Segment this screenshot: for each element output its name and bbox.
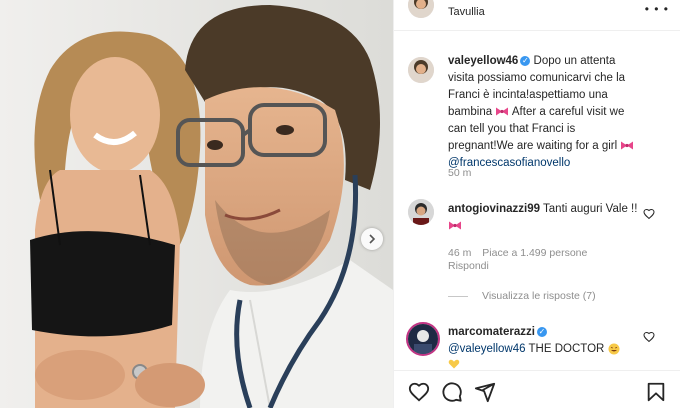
comment-meta: 46 m Piace a 1.499 persone <box>448 247 587 259</box>
comment-like-heart-icon[interactable] <box>643 208 655 220</box>
comment-like-heart-icon[interactable] <box>643 331 655 343</box>
view-replies-link[interactable]: Visualizza le risposte (7) <box>448 290 596 302</box>
comment-text: Tanti auguri Vale !! <box>543 203 638 215</box>
caption-username[interactable]: valeyellow46 <box>448 55 518 67</box>
chevron-right-icon <box>369 234 376 244</box>
caption-timestamp: 50 m <box>448 167 472 179</box>
yellow-heart-emoji <box>448 359 460 369</box>
comment-avatar[interactable] <box>406 322 440 356</box>
post-image <box>0 0 393 408</box>
post-action-bar <box>394 370 680 408</box>
comment-item: marcomaterazzi ✓ @valeyellow46 THE DOCTOR <box>448 324 644 375</box>
verified-badge-icon: ✓ <box>520 55 531 66</box>
pink-ribbon-emoji <box>621 141 634 150</box>
comment-username[interactable]: marcomaterazzi <box>448 326 535 338</box>
verified-badge-icon: ✓ <box>536 326 547 337</box>
avatar-image <box>408 57 434 83</box>
comment-timestamp: 46 m <box>448 247 472 259</box>
avatar-image <box>408 199 434 225</box>
post-header: Tavullia • • • <box>394 0 680 31</box>
post-details-panel: Tavullia • • • valeyellow46 ✓ Dopo un att… <box>393 0 680 408</box>
comment-likes[interactable]: Piace a 1.499 persone <box>482 247 587 259</box>
post-photo[interactable] <box>0 0 393 408</box>
reply-link[interactable]: Rispondi <box>448 260 489 272</box>
comment-mention-link[interactable]: @valeyellow46 <box>448 343 526 355</box>
pink-ribbon-emoji <box>449 221 461 230</box>
comment-avatar[interactable] <box>408 199 434 225</box>
more-options-icon[interactable]: • • • <box>645 2 669 16</box>
comment-item: antogiovinazzi99 Tanti auguri Vale !! <box>448 201 644 235</box>
pink-ribbon-emoji <box>496 107 509 116</box>
bookmark-icon[interactable] <box>645 381 667 403</box>
comment-text: THE DOCTOR <box>528 343 605 355</box>
laughing-emoji <box>608 343 620 355</box>
next-photo-button[interactable] <box>361 228 383 250</box>
replies-divider <box>448 295 468 297</box>
author-avatar[interactable] <box>408 0 434 18</box>
post-location[interactable]: Tavullia <box>448 6 485 18</box>
heart-icon[interactable] <box>408 381 430 403</box>
comment-icon[interactable] <box>441 381 463 403</box>
caption-avatar[interactable] <box>408 57 434 83</box>
view-replies-label: Visualizza le risposte (7) <box>482 290 596 302</box>
avatar-image <box>408 0 434 18</box>
comment-username[interactable]: antogiovinazzi99 <box>448 203 540 215</box>
share-icon[interactable] <box>474 381 496 403</box>
avatar-image <box>408 324 438 354</box>
post-caption: valeyellow46 ✓ Dopo un attenta visita pos… <box>448 53 644 172</box>
